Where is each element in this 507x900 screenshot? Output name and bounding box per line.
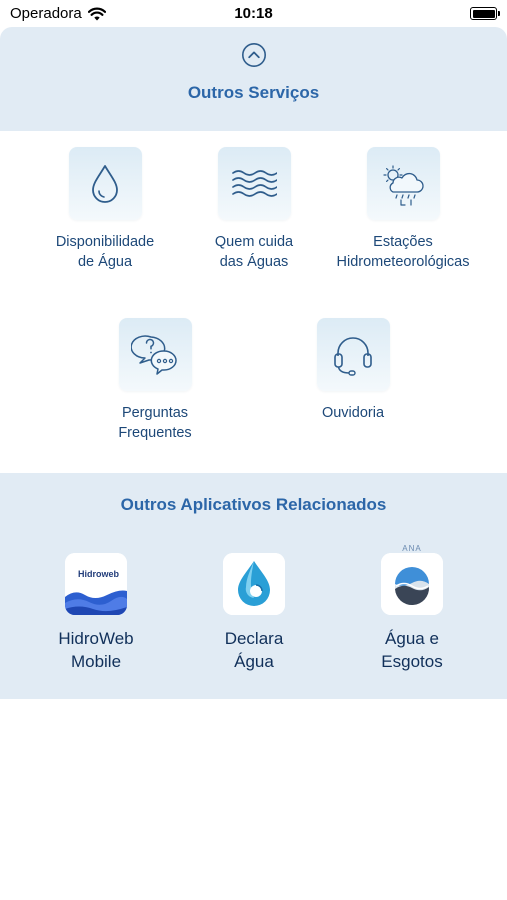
- app-label: Água e Esgotos: [381, 629, 443, 671]
- service-tile: [68, 147, 142, 220]
- battery-icon: [470, 7, 500, 20]
- services-title: Outros Serviços: [187, 83, 320, 102]
- hidroweb-app-icon: Hidroweb: [65, 553, 127, 615]
- service-ouvidoria[interactable]: Ouvidoria: [278, 318, 428, 423]
- app-declara-agua[interactable]: Declara Água: [184, 553, 324, 673]
- agua-esgotos-app-icon: ANA: [381, 544, 443, 615]
- service-tile: [217, 147, 291, 220]
- service-disponibilidade-agua[interactable]: Disponibilidade de Água: [30, 147, 180, 272]
- service-perguntas-frequentes[interactable]: Perguntas Frequentes: [80, 318, 230, 443]
- hidroweb-logo: Hidroweb: [65, 553, 127, 615]
- services-grid: Disponibilidade de Água Quem cuida das Á…: [0, 131, 507, 473]
- service-tile: [316, 318, 390, 391]
- hidroweb-logo-text: Hidroweb: [78, 569, 120, 579]
- service-tile: [366, 147, 440, 220]
- declara-agua-app-icon: [223, 553, 285, 615]
- ana-tag: ANA: [402, 544, 422, 553]
- service-label: Disponibilidade de Água: [55, 234, 155, 270]
- app-hidroweb-mobile[interactable]: Hidroweb HidroWeb Mobile: [26, 553, 166, 673]
- services-header: Outros Serviços: [0, 27, 507, 131]
- related-apps-section: Outros Aplicativos Relacionados Hidroweb…: [0, 473, 507, 699]
- app-label: HidroWeb Mobile: [58, 629, 134, 671]
- chevron-up-icon[interactable]: [241, 42, 267, 68]
- app-agua-esgotos[interactable]: ANA Água e Esgotos: [342, 544, 482, 673]
- related-apps-title: Outros Aplicativos Relacionados: [120, 495, 387, 514]
- bottom-sheet: Outros Serviços Disponibilidade de Água: [0, 27, 507, 900]
- declara-agua-logo: [223, 553, 285, 615]
- service-label: Quem cuida das Águas: [214, 234, 294, 270]
- headset-icon: [334, 336, 372, 376]
- water-waves-icon: [232, 169, 277, 197]
- service-label: Ouvidoria: [321, 405, 385, 421]
- agua-esgotos-logo: [381, 553, 443, 615]
- service-label: Perguntas Frequentes: [118, 405, 192, 441]
- clock: 10:18: [234, 5, 273, 22]
- service-tile: [118, 318, 192, 391]
- service-label: Estações Hidrometeorológicas: [336, 234, 470, 270]
- weather-station-icon: [383, 164, 424, 206]
- water-drop-icon: [92, 164, 118, 203]
- faq-chat-icon: [131, 334, 177, 375]
- app-label: Declara Água: [224, 629, 284, 671]
- service-estacoes-hidrometeorologicas[interactable]: Estações Hidrometeorológicas: [328, 147, 478, 272]
- status-bar: Operadora 10:18: [0, 0, 507, 27]
- service-quem-cuida-aguas[interactable]: Quem cuida das Águas: [179, 147, 329, 272]
